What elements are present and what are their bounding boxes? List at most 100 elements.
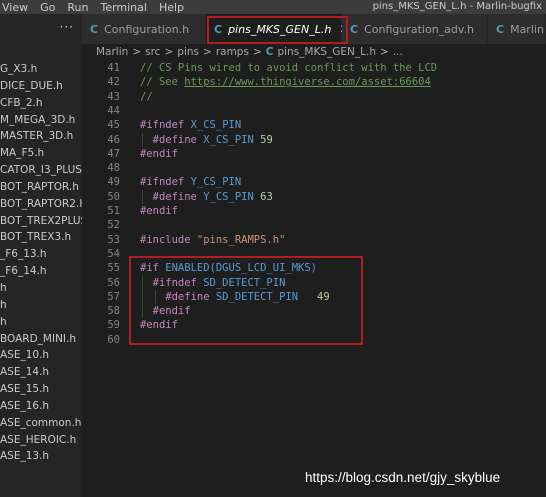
file-item[interactable]: h	[0, 314, 82, 331]
tab-label: Marlin	[510, 22, 544, 36]
menu-view[interactable]: View	[0, 1, 34, 14]
file-item[interactable]: MA_F5.h	[0, 145, 82, 162]
code-line: 59 #endif	[82, 318, 546, 332]
line-number: 49	[107, 176, 120, 189]
code-token: // See	[140, 76, 185, 89]
explorer-sidebar: ··· G_X3.h DICE_DUE.h CFB_2.h M_MEGA_3D.h MA…	[0, 14, 82, 497]
file-item[interactable]: _F6_13.h	[0, 246, 82, 263]
file-item[interactable]: h	[0, 280, 82, 297]
line-number: 53	[107, 233, 120, 246]
breadcrumb-ramps[interactable]: ramps	[216, 46, 249, 58]
file-item[interactable]: BOT_TREX2PLUS...	[0, 213, 82, 230]
code-token: #endif	[140, 205, 178, 217]
tab-configuration[interactable]: C Configuration.h	[82, 14, 206, 44]
menu-terminal[interactable]: Terminal	[94, 1, 153, 14]
chevron-right-icon: >	[203, 46, 212, 58]
code-token: Y_CS_PIN	[196, 190, 254, 203]
line-number: 52	[107, 219, 120, 232]
code-text: #define Y_CS_PIN 63	[153, 190, 273, 204]
code-text: #define SD_DETECT_PIN 49	[165, 290, 329, 304]
code-token: #endif	[140, 147, 178, 160]
file-item[interactable]: h	[0, 297, 82, 314]
line-number: 59	[107, 319, 120, 332]
line-number: 57	[107, 290, 120, 303]
code-line: 53 #include "pins_RAMPS.h"	[82, 233, 546, 247]
chevron-right-icon: >	[252, 46, 262, 58]
file-list: G_X3.h DICE_DUE.h CFB_2.h M_MEGA_3D.h MASTER…	[0, 61, 82, 465]
code-text: #endif	[153, 304, 191, 318]
menu-go[interactable]: Go	[34, 1, 61, 14]
file-item[interactable]: CATOR_I3_PLUS.h	[0, 162, 82, 179]
file-item[interactable]: ASE_16.h	[0, 398, 82, 415]
tab-pins-mks-gen-l[interactable]: C pins_MKS_GEN_L.h ✕	[206, 14, 349, 44]
code-line: 43 //	[82, 90, 546, 104]
code-text: #include "pins_RAMPS.h"	[140, 233, 285, 247]
menu-help[interactable]: Help	[153, 1, 190, 14]
c-file-icon: C	[496, 22, 505, 36]
code-line: 49 #ifndef Y_CS_PIN	[82, 175, 546, 189]
c-file-icon: C	[214, 22, 223, 36]
tab-marlin[interactable]: C Marlin	[488, 14, 546, 44]
code-line: 42 // See https://www.thingiverse.com/ass…	[82, 75, 546, 89]
code-line: 50 #define Y_CS_PIN 63	[82, 189, 546, 204]
file-item[interactable]: BOT_TREX3.h	[0, 229, 82, 246]
file-item[interactable]: CFB_2.h	[0, 95, 82, 112]
tab-label: pins_MKS_GEN_L.h	[228, 22, 332, 36]
breadcrumb-src[interactable]: src	[145, 46, 160, 58]
code-text: //	[140, 90, 153, 104]
more-actions-icon[interactable]: ···	[60, 20, 74, 34]
line-number: 51	[107, 205, 120, 217]
breadcrumb: Marlin > src > pins > ramps > C pins_MKS…	[82, 44, 546, 60]
tab-label: Configuration_adv.h	[364, 22, 475, 36]
line-number: 50	[107, 190, 120, 203]
file-item[interactable]: BOT_RAPTOR2.h	[0, 196, 82, 213]
watermark: https://blog.csdn.net/gjy_skyblue	[305, 470, 501, 485]
tab-configuration-adv[interactable]: C Configuration_adv.h	[342, 14, 488, 44]
code-token: #define	[165, 290, 210, 303]
code-token: //	[140, 90, 153, 103]
indent-guide	[142, 275, 143, 290]
breadcrumb-pins[interactable]: pins	[177, 46, 199, 58]
menu-run[interactable]: Run	[61, 1, 94, 14]
code-editor[interactable]: 41 // CS Pins wired to avoid conflict wit…	[82, 60, 546, 497]
breadcrumb-marlin[interactable]: Marlin	[96, 46, 128, 58]
code-token: 59	[253, 133, 273, 146]
code-token: #include	[140, 233, 191, 246]
code-token: // CS Pins wired to avoid conflict with …	[140, 62, 438, 74]
code-token: 63	[253, 190, 273, 203]
file-item[interactable]: _F6_14.h	[0, 263, 82, 280]
file-item[interactable]: BOARD_MINI.h	[0, 331, 82, 348]
code-token[interactable]: https://www.thingiverse.com/asset:66604	[184, 76, 431, 88]
code-text: #endif	[140, 204, 178, 218]
code-token: #endif	[152, 305, 191, 318]
indent-guide	[142, 132, 143, 147]
chevron-right-icon: >	[132, 46, 142, 58]
file-item[interactable]: ASE_14.h	[0, 364, 82, 381]
file-item[interactable]: M_MEGA_3D.h	[0, 112, 82, 129]
file-item[interactable]: ASE_HEROIC.h	[0, 432, 82, 449]
file-item[interactable]: DICE_DUE.h	[0, 78, 82, 95]
code-line: 56 #ifndef SD_DETECT_PIN	[82, 275, 546, 290]
file-item[interactable]: ASE_common.h	[0, 415, 82, 432]
file-item[interactable]: MASTER_3D.h	[0, 128, 82, 145]
editor-tabs: C Configuration.h C pins_MKS_GEN_L.h ✕ C…	[82, 14, 546, 44]
indent-guide	[142, 289, 143, 305]
file-item[interactable]: ASE_10.h	[0, 347, 82, 364]
breadcrumb-file[interactable]: pins_MKS_GEN_L.h	[277, 46, 376, 58]
file-item[interactable]: G_X3.h	[0, 61, 82, 78]
code-line: 41 // CS Pins wired to avoid conflict wit…	[82, 61, 546, 75]
code-token: Y_CS_PIN	[184, 176, 242, 189]
code-token: SD_DETECT_PIN	[209, 290, 299, 303]
indent-guide	[154, 289, 156, 305]
file-item[interactable]: BOT_RAPTOR.h	[0, 179, 82, 196]
code-token: #ifndef	[140, 119, 185, 132]
code-line: 51 #endif	[82, 204, 546, 218]
file-item[interactable]: ASE_15.h	[0, 381, 82, 398]
code-line: 52	[82, 218, 546, 232]
code-line: 48	[82, 161, 546, 175]
breadcrumb-symbol[interactable]: ...	[393, 46, 403, 58]
line-number: 60	[107, 333, 120, 346]
chevron-right-icon: >	[164, 46, 174, 58]
file-item[interactable]: ASE_13.h	[0, 448, 82, 465]
line-number: 46	[107, 133, 120, 146]
